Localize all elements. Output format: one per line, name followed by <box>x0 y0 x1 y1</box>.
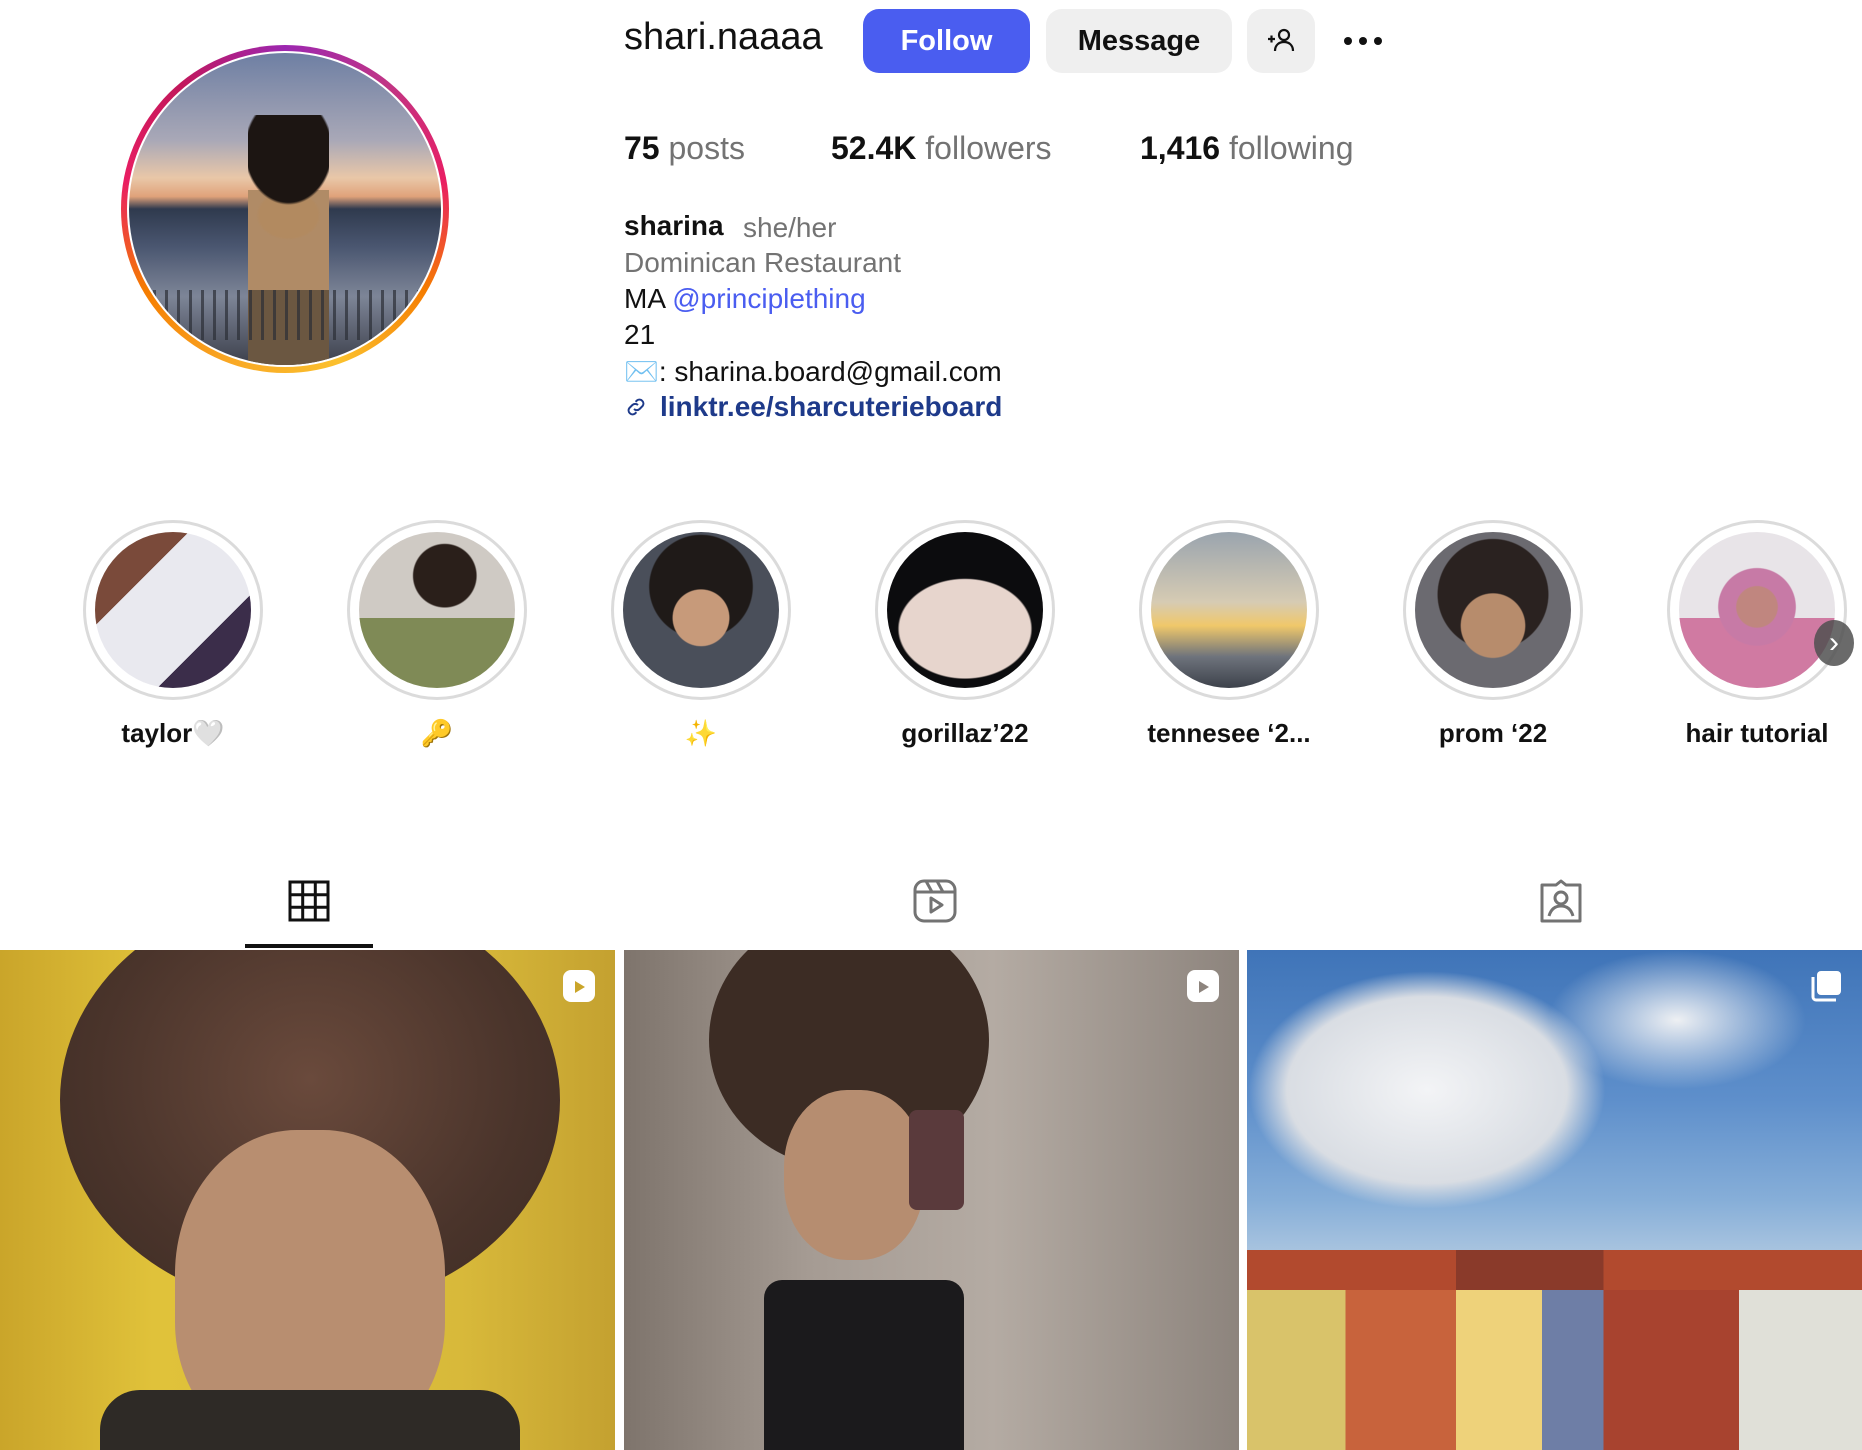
more-options-icon[interactable] <box>1330 18 1396 64</box>
reels-icon <box>913 879 957 923</box>
profile-age: 21 <box>624 319 656 350</box>
highlight-label-1: taylor🤍 <box>121 718 225 748</box>
follow-button[interactable]: Follow <box>863 9 1030 73</box>
carousel-badge-icon <box>1811 971 1841 1002</box>
tab-posts[interactable] <box>286 878 332 924</box>
highlight-3[interactable] <box>611 520 791 700</box>
mention-link[interactable]: @principlething <box>672 283 865 314</box>
link-icon <box>624 391 648 423</box>
highlight-label-4: gorillaz’22 <box>901 718 1029 748</box>
reel-badge-icon <box>563 970 595 1002</box>
highlight-label-7: hair tutorial <box>1685 718 1829 748</box>
profile-pronouns: she/her <box>743 212 837 243</box>
add-person-icon <box>1268 28 1295 52</box>
profile-display-name: sharina <box>624 210 724 241</box>
highlight-label-3: ✨ <box>684 718 718 748</box>
tagged-icon <box>1540 879 1582 923</box>
active-tab-indicator <box>245 944 373 948</box>
post-tile-2[interactable] <box>624 950 1239 1450</box>
highlight-6[interactable] <box>1403 520 1583 700</box>
highlight-label-2: 🔑 <box>420 718 454 748</box>
highlight-2[interactable] <box>347 520 527 700</box>
tab-tagged[interactable] <box>1538 878 1584 924</box>
reel-badge-icon <box>1187 970 1219 1002</box>
highlight-5[interactable] <box>1139 520 1319 700</box>
profile-avatar <box>129 53 441 365</box>
tab-reels[interactable] <box>912 878 958 924</box>
highlight-label-5: tennesee ‘2... <box>1147 718 1311 748</box>
grid-icon <box>288 880 330 922</box>
highlight-label-6: prom ‘22 <box>1438 718 1548 748</box>
post-tile-1[interactable] <box>0 950 615 1450</box>
profile-external-link[interactable]: linktr.ee/sharcuterieboard <box>624 391 1002 423</box>
followers-count[interactable]: 52.4K followers <box>831 130 1052 167</box>
highlight-7[interactable] <box>1667 520 1847 700</box>
highlight-1[interactable] <box>83 520 263 700</box>
message-button[interactable]: Message <box>1046 9 1232 73</box>
posts-count: 75 posts <box>624 130 745 166</box>
following-count[interactable]: 1,416 following <box>1140 130 1353 167</box>
profile-category: Dominican Restaurant <box>624 247 902 278</box>
chevron-right-icon[interactable]: › <box>1814 620 1854 666</box>
profile-username: shari.naaaa <box>624 16 823 58</box>
post-tile-3[interactable] <box>1247 950 1862 1450</box>
highlight-4[interactable] <box>875 520 1055 700</box>
profile-email: ✉️: sharina.board@gmail.com <box>624 356 1002 387</box>
suggest-user-button[interactable] <box>1247 9 1315 73</box>
profile-location-line: MA @principlething <box>624 283 866 314</box>
profile-avatar-ring[interactable] <box>121 45 449 373</box>
